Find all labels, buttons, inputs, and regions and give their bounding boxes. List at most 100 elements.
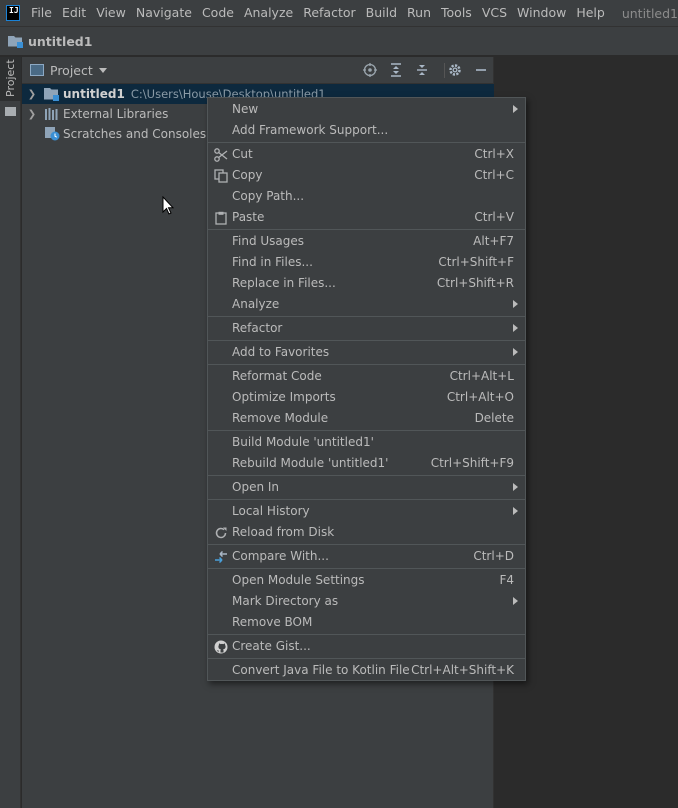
copy-icon [213,168,228,183]
context-menu-item-build-module-untitled1[interactable]: Build Module 'untitled1' [208,432,525,453]
submenu-arrow-icon [513,507,518,515]
submenu-arrow-icon [513,324,518,332]
submenu-arrow-icon [513,483,518,491]
navigation-bar: untitled1 [0,26,678,56]
menu-item-label: Copy Path... [232,189,305,203]
menu-navigate[interactable]: Navigate [131,0,197,26]
menu-item-label: Add to Favorites [232,345,330,359]
submenu-arrow-icon [513,300,518,308]
chevron-right-icon[interactable]: ❯ [25,109,39,120]
context-menu-item-rebuild-module-untitled1[interactable]: Rebuild Module 'untitled1' Ctrl+Shift+F9 [208,453,525,474]
context-menu-item-remove-module[interactable]: Remove Module Delete [208,408,525,429]
clipboard-icon [213,210,228,225]
menu-code[interactable]: Code [197,0,239,26]
menu-item-shortcut: Ctrl+D [473,549,514,563]
menu-separator [208,658,525,659]
chevron-down-icon[interactable] [98,67,107,73]
menu-item-label: New [232,102,259,116]
context-menu-item-find-in-files[interactable]: Find in Files... Ctrl+Shift+F [208,252,525,273]
chevron-right-icon[interactable]: ❯ [25,89,39,100]
context-menu-item-find-usages[interactable]: Find Usages Alt+F7 [208,231,525,252]
folder-icon [5,107,16,116]
context-menu-item-add-to-favorites[interactable]: Add to Favorites [208,342,525,363]
project-tool-tab[interactable]: Project [0,57,21,101]
menu-help[interactable]: Help [571,0,610,26]
context-menu-item-refactor[interactable]: Refactor [208,318,525,339]
context-menu-item-new[interactable]: New [208,99,525,120]
project-panel-header: Project [22,57,493,84]
menu-vcs[interactable]: VCS [477,0,512,26]
menu-analyze[interactable]: Analyze [239,0,298,26]
menu-item-label: Create Gist... [232,639,311,653]
menu-separator [208,316,525,317]
context-menu-item-remove-bom[interactable]: Remove BOM [208,612,525,633]
context-menu-item-cut[interactable]: Cut Ctrl+X [208,144,525,165]
context-menu-item-local-history[interactable]: Local History [208,501,525,522]
mouse-cursor-icon [162,195,175,215]
context-menu-item-analyze[interactable]: Analyze [208,294,525,315]
context-menu-item-convert-java-file-to-kotlin-file[interactable]: Convert Java File to Kotlin File Ctrl+Alt… [208,660,525,681]
header-separator [444,63,445,78]
menu-item-shortcut: Ctrl+X [474,147,514,161]
context-menu: New Add Framework Support... Cut Ctrl+X Copy… [207,97,526,681]
menu-refactor[interactable]: Refactor [298,0,360,26]
compare-icon [213,549,228,564]
menu-item-label: Paste [232,210,265,224]
scratches-icon [44,127,60,141]
menu-item-label: Remove BOM [232,615,313,629]
menu-item-label: Add Framework Support... [232,123,389,137]
menu-item-shortcut: Ctrl+V [474,210,514,224]
context-menu-item-create-gist[interactable]: Create Gist... [208,636,525,657]
left-tool-window-strip: Project [0,57,21,808]
submenu-arrow-icon [513,348,518,356]
menu-item-shortcut: Alt+F7 [473,234,514,248]
locate-icon[interactable] [362,62,378,78]
menu-item-label: Find in Files... [232,255,313,269]
menu-tools[interactable]: Tools [436,0,477,26]
context-menu-item-open-module-settings[interactable]: Open Module Settings F4 [208,570,525,591]
hide-panel-icon[interactable] [473,62,489,78]
gear-icon[interactable] [447,62,463,78]
context-menu-item-optimize-imports[interactable]: Optimize Imports Ctrl+Alt+O [208,387,525,408]
collapse-all-icon[interactable] [414,62,430,78]
submenu-arrow-icon [513,105,518,113]
menu-item-shortcut: Delete [474,411,514,425]
menu-item-label: Optimize Imports [232,390,336,404]
tree-item-label: Scratches and Consoles [63,127,207,141]
menu-edit[interactable]: Edit [57,0,91,26]
menu-build[interactable]: Build [361,0,402,26]
window-title: untitled1 [621,5,678,21]
menu-item-label: Copy [232,168,263,182]
menu-separator [208,544,525,545]
context-menu-item-replace-in-files[interactable]: Replace in Files... Ctrl+Shift+R [208,273,525,294]
menu-item-shortcut: Ctrl+Shift+F9 [430,456,514,470]
menu-window[interactable]: Window [512,0,571,26]
menu-view[interactable]: View [91,0,131,26]
menu-item-label: Find Usages [232,234,305,248]
tree-item-label: untitled1 [63,87,125,101]
context-menu-item-copy-path[interactable]: Copy Path... [208,186,525,207]
context-menu-item-reload-from-disk[interactable]: Reload from Disk [208,522,525,543]
menu-item-label: Analyze [232,297,280,311]
context-menu-item-paste[interactable]: Paste Ctrl+V [208,207,525,228]
context-menu-item-add-framework-support[interactable]: Add Framework Support... [208,120,525,141]
menu-item-label: Remove Module [232,411,329,425]
menu-item-label: Local History [232,504,310,518]
context-menu-item-copy[interactable]: Copy Ctrl+C [208,165,525,186]
menu-item-label: Compare With... [232,549,329,563]
context-menu-item-open-in[interactable]: Open In [208,477,525,498]
expand-all-icon[interactable] [388,62,404,78]
breadcrumb-project[interactable]: untitled1 [28,34,92,49]
intellij-logo-icon: IJ [6,5,21,21]
panel-title[interactable]: Project [50,63,93,78]
main-menu-bar: IJ File Edit View Navigate Code Analyze … [0,0,678,26]
menu-file[interactable]: File [26,0,57,26]
scissors-icon [213,147,228,162]
menu-item-label: Reload from Disk [232,525,335,539]
context-menu-item-reformat-code[interactable]: Reformat Code Ctrl+Alt+L [208,366,525,387]
menu-run[interactable]: Run [402,0,436,26]
project-view-icon [30,64,44,76]
menu-separator [208,364,525,365]
context-menu-item-mark-directory-as[interactable]: Mark Directory as [208,591,525,612]
context-menu-item-compare-with[interactable]: Compare With... Ctrl+D [208,546,525,567]
